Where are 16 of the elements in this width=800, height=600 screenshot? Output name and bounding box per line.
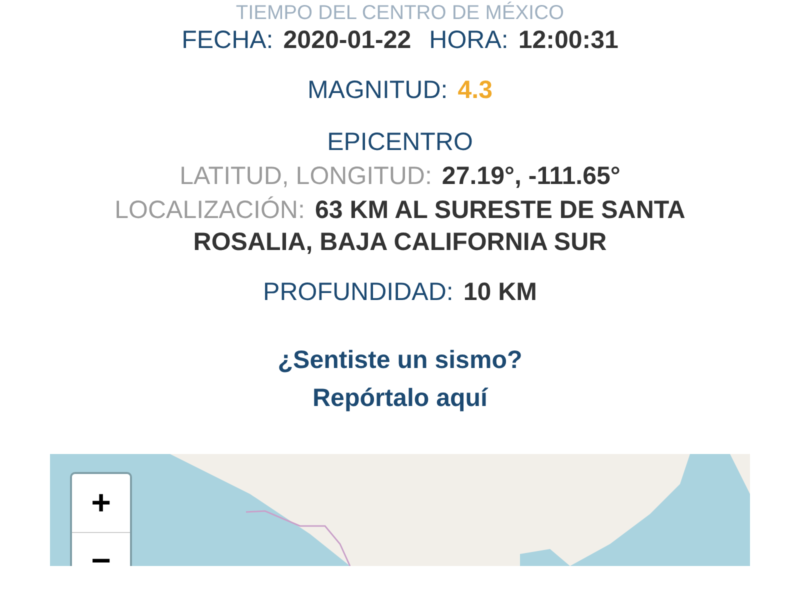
zoom-in-button[interactable]: + — [72, 474, 130, 532]
field-label: FECHA: — [182, 26, 274, 54]
epicenter-field-line: LOCALIZACIÓN: 63 KM AL SURESTE DE SANTA ROSALIA, BAJA CALIFORNIA SUR — [114, 195, 686, 258]
field-value: 12:00:31 — [518, 26, 618, 54]
epicenter-heading: EPICENTRO — [326, 127, 474, 158]
depth-value: 10 KM — [463, 278, 537, 306]
epicenter-field-line: LATITUD, LONGITUD: 27.19°, -111.65° — [178, 161, 622, 192]
magnitude-value: 4.3 — [458, 76, 493, 104]
report-link[interactable]: Repórtalo aquí — [312, 382, 488, 414]
zoom-out-button[interactable]: − — [72, 532, 130, 566]
field-label: HORA: — [429, 26, 508, 54]
report-question: ¿Sentiste un sismo? — [278, 345, 522, 376]
field-value: 2020-01-22 — [283, 26, 412, 54]
time-zone-note: TIEMPO DEL CENTRO DE MÉXICO — [234, 0, 566, 24]
depth-label: PROFUNDIDAD: — [263, 278, 454, 306]
magnitude-label: MAGNITUD: — [307, 76, 448, 104]
